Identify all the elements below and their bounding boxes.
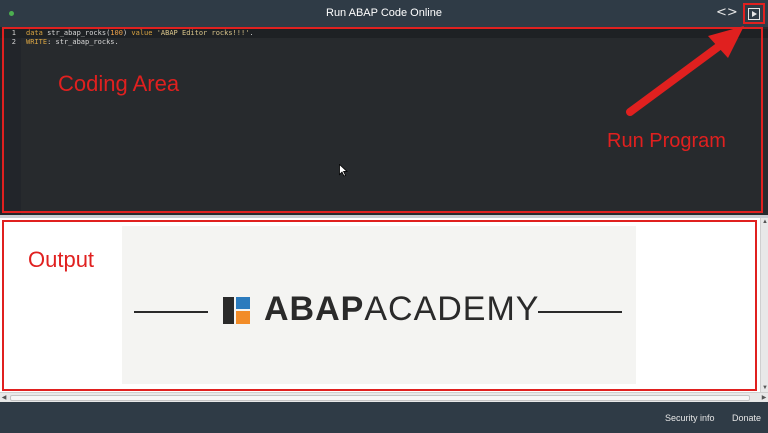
code-text[interactable]: data str_abap_rocks(100) value 'ABAP Edi… bbox=[26, 29, 254, 38]
logo-rule-right bbox=[538, 311, 622, 313]
code-token: data bbox=[26, 29, 43, 37]
line-number: 1 bbox=[11, 29, 16, 37]
logo-rule-left bbox=[134, 311, 208, 313]
code-token: : str_abap_rocks. bbox=[47, 38, 119, 46]
code-token: 'ABAP Editor rocks!!!' bbox=[156, 29, 250, 37]
line-number: 2 bbox=[11, 38, 16, 46]
coding-area-label: Coding Area bbox=[58, 71, 180, 96]
logo-wordmark: ABAPACADEMY bbox=[264, 290, 540, 328]
scroll-up-icon[interactable]: ▲ bbox=[761, 218, 768, 226]
donate-link[interactable]: Donate bbox=[732, 413, 761, 423]
annotation-arrow-icon bbox=[626, 26, 744, 116]
app-footer: Security info Donate bbox=[0, 402, 768, 433]
code-brackets-icon[interactable]: <> bbox=[716, 5, 738, 21]
output-vertical-scrollbar[interactable]: ▲ ▼ bbox=[760, 218, 768, 392]
code-token: 100 bbox=[110, 29, 123, 37]
run-program-label: Run Program bbox=[607, 130, 726, 152]
scroll-down-icon[interactable]: ▼ bbox=[761, 384, 768, 392]
code-token: str_abap_rocks( bbox=[42, 29, 111, 37]
code-token: value bbox=[131, 29, 153, 37]
abap-academy-logo: ABAPACADEMY bbox=[122, 226, 636, 384]
play-icon bbox=[748, 8, 760, 20]
output-pane: ABAPACADEMY bbox=[0, 218, 760, 392]
mouse-pointer-icon bbox=[339, 164, 348, 177]
code-token: WRITE bbox=[26, 38, 48, 46]
logo-mark-icon bbox=[223, 297, 250, 324]
scrollbar-thumb[interactable] bbox=[10, 395, 750, 401]
security-info-link[interactable]: Security info bbox=[665, 413, 715, 423]
output-label: Output bbox=[28, 247, 95, 272]
code-token: . bbox=[249, 29, 254, 37]
line-number-gutter bbox=[0, 27, 21, 215]
page-title: Run ABAP Code Online bbox=[326, 7, 442, 19]
code-text[interactable]: WRITE: str_abap_rocks. bbox=[26, 38, 119, 47]
output-horizontal-scrollbar[interactable]: ◀ ▶ bbox=[0, 392, 768, 402]
